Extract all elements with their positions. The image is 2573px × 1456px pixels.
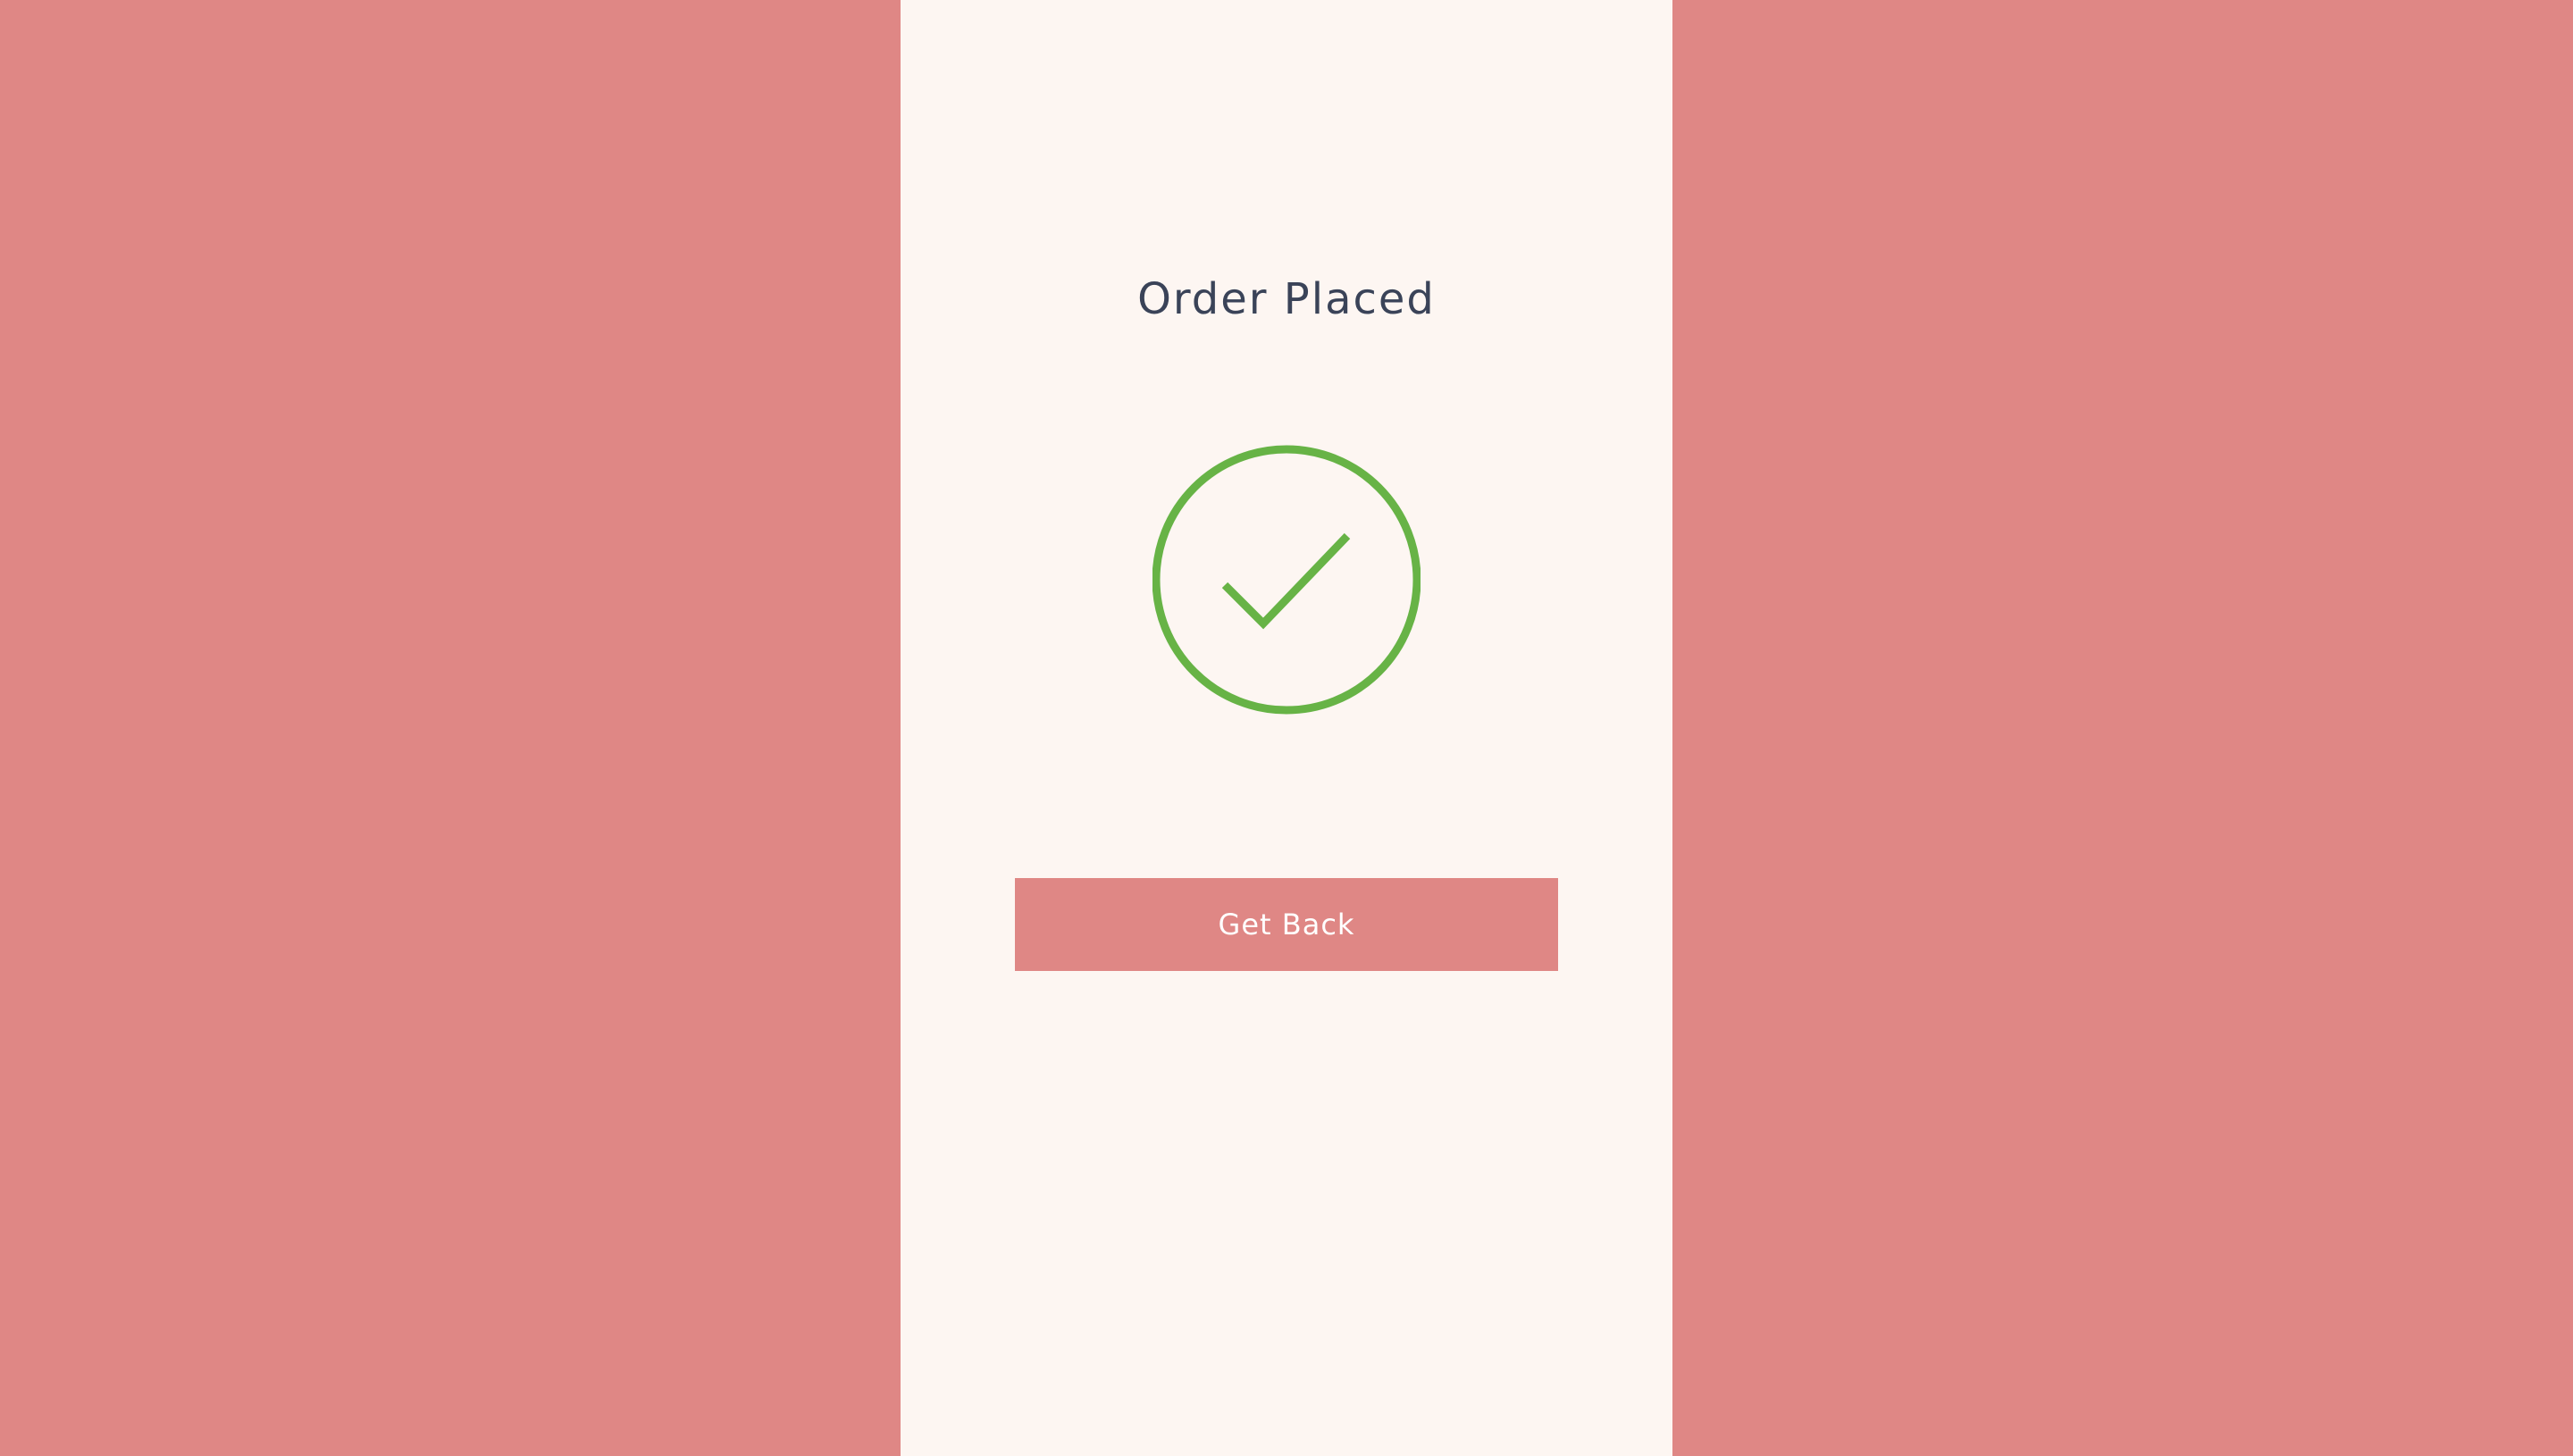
confirmation-panel: Order Placed Get Back	[901, 0, 1672, 1456]
page-title: Order Placed	[1137, 274, 1436, 324]
check-circle-icon	[1152, 443, 1421, 716]
get-back-button[interactable]: Get Back	[1015, 878, 1558, 971]
